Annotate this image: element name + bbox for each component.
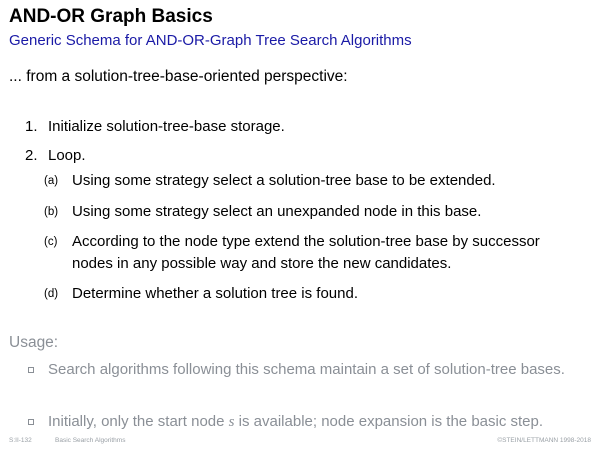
- substep-text: Determine whether a solution tree is fou…: [72, 285, 358, 302]
- step-number: 2.: [25, 147, 38, 164]
- substep-text: According to the node type extend the so…: [72, 233, 540, 272]
- substep-text: Using some strategy select a solution-tr…: [72, 172, 496, 189]
- intro-text: ... from a solution-tree-base-oriented p…: [9, 68, 348, 85]
- footer-copyright: ©STEIN/LETTMANN 1998-2018: [497, 437, 591, 444]
- usage-bullet-text-part: Initially, only the start node: [48, 413, 229, 430]
- substep-label: (d): [44, 288, 59, 300]
- substep-label: (c): [44, 236, 58, 248]
- footer-topic: Basic Search Algorithms: [55, 437, 126, 444]
- square-bullet-icon: [28, 419, 34, 425]
- slide-title: AND-OR Graph Basics: [9, 6, 213, 27]
- substep-label: (b): [44, 206, 59, 218]
- square-bullet-icon: [28, 367, 34, 373]
- slide-subtitle: Generic Schema for AND-OR-Graph Tree Sea…: [9, 32, 412, 49]
- usage-bullet-text: Search algorithms following this schema …: [48, 361, 565, 378]
- substep-label: (a): [44, 175, 59, 187]
- substep-text: Using some strategy select an unexpanded…: [72, 203, 482, 220]
- usage-bullet-text: Initially, only the start node s is avai…: [48, 412, 543, 432]
- step-number: 1.: [25, 118, 38, 135]
- step-text: Loop.: [48, 147, 86, 164]
- usage-heading: Usage:: [9, 334, 59, 351]
- footer-slide-id: S:II-132: [9, 437, 32, 444]
- step-text: Initialize solution-tree-base storage.: [48, 118, 285, 135]
- usage-bullet-text-part: is available; node expansion is the basi…: [234, 413, 544, 430]
